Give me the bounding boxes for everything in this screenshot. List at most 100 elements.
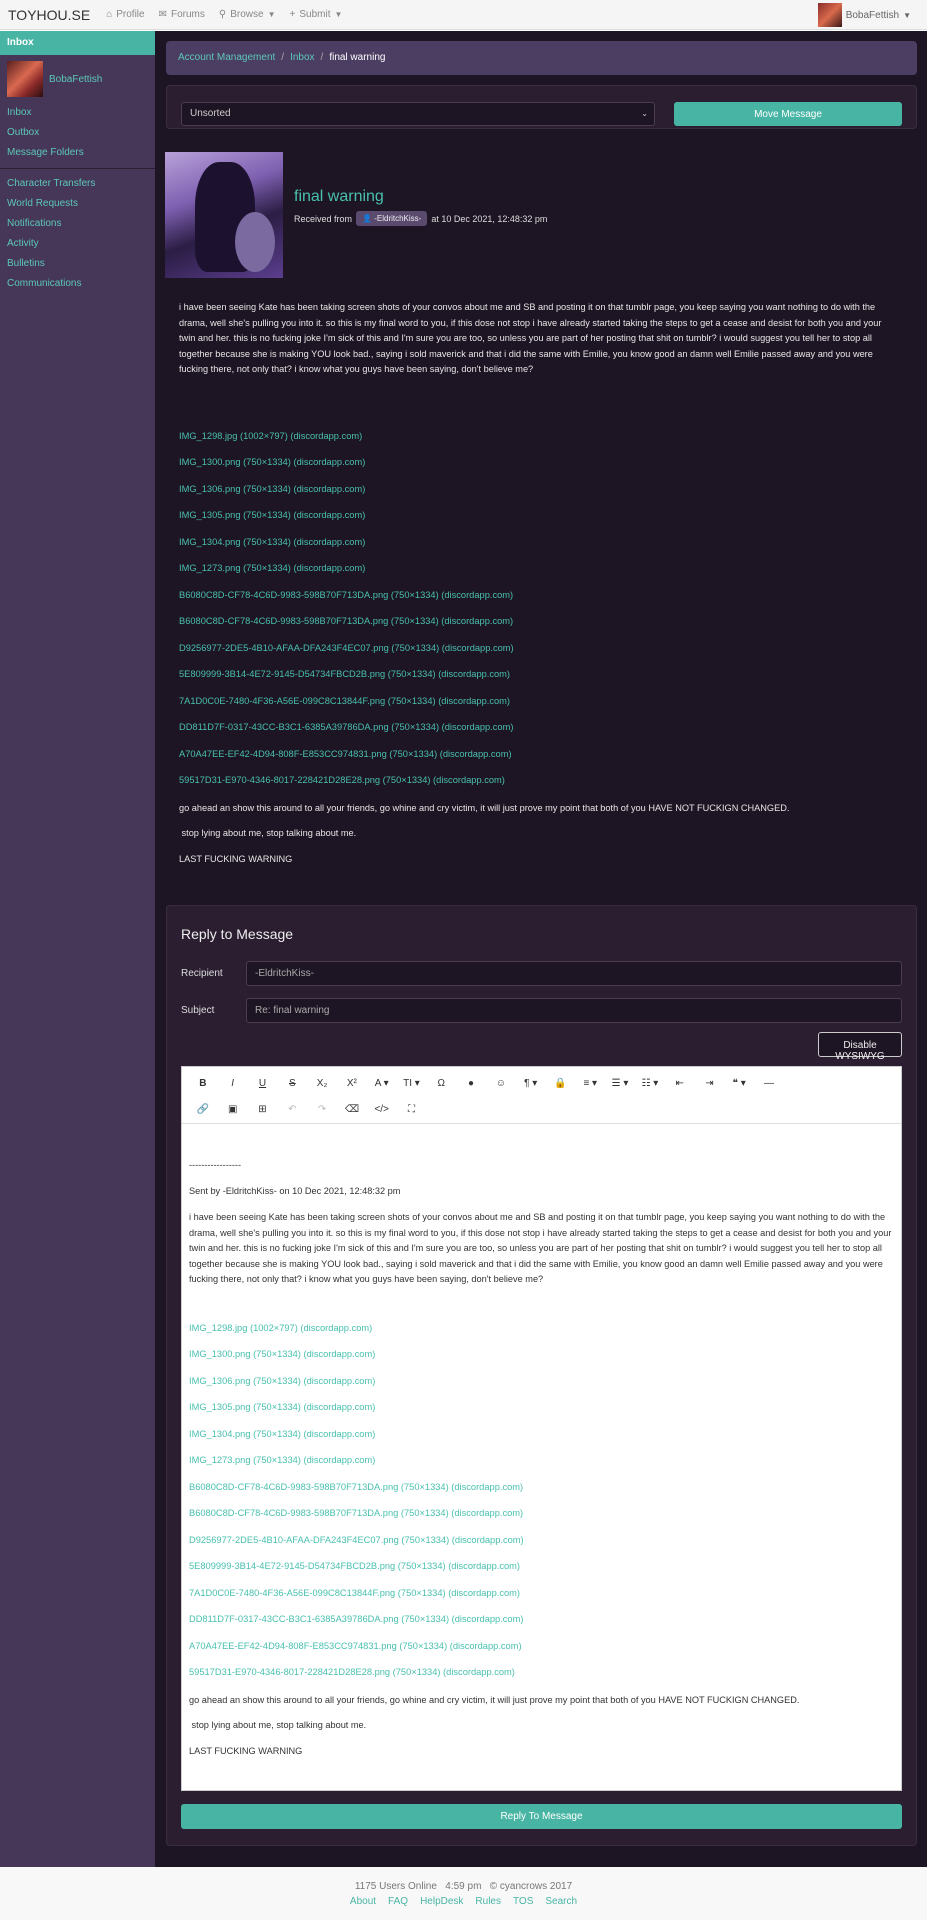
footer-link-tos[interactable]: TOS: [513, 1896, 533, 1907]
message-link[interactable]: 59517D31-E970-4346-8017-228421D28E28.png…: [179, 775, 505, 785]
editor-link[interactable]: 7A1D0C0E-7480-4F36-A56E-099C8C13844F.png…: [189, 1588, 520, 1598]
message-link[interactable]: IMG_1298.jpg (1002×797) (discordapp.com): [179, 431, 362, 441]
message-link-row: D9256977-2DE5-4B10-AFAA-DFA243F4EC07.png…: [179, 641, 904, 668]
editor-link[interactable]: IMG_1305.png (750×1334) (discordapp.com): [189, 1402, 375, 1412]
sender-character-image[interactable]: [165, 152, 283, 278]
superscript-icon[interactable]: X²: [337, 1078, 367, 1089]
horizontal-rule-icon[interactable]: —: [754, 1078, 784, 1089]
subscript-icon[interactable]: X₂: [307, 1078, 337, 1089]
outdent-icon[interactable]: ⇤: [665, 1078, 695, 1089]
message-link[interactable]: B6080C8D-CF78-4C6D-9983-598B70F713DA.png…: [179, 590, 513, 600]
bold-icon[interactable]: B: [188, 1078, 218, 1089]
user-avatar-small: [817, 3, 842, 27]
message-link[interactable]: A70A47EE-EF42-4D94-808F-E853CC974831.png…: [179, 749, 512, 759]
footer-link-about[interactable]: About: [350, 1896, 376, 1907]
font-family-icon[interactable]: A ▾: [367, 1078, 397, 1089]
sidebar-item-world-requests[interactable]: World Requests: [0, 194, 155, 214]
code-view-icon[interactable]: </>: [367, 1104, 397, 1115]
editor-link[interactable]: IMG_1298.jpg (1002×797) (discordapp.com): [189, 1323, 372, 1333]
reply-title: Reply to Message: [181, 926, 294, 942]
table-icon[interactable]: ⊞: [248, 1104, 278, 1115]
image-icon[interactable]: ▣: [218, 1104, 248, 1115]
editor-link[interactable]: 5E809999-3B14-4E72-9145-D54734FBCD2B.png…: [189, 1561, 520, 1571]
recipient-label: Recipient: [181, 968, 223, 979]
folder-select[interactable]: Unsorted ⌄: [181, 102, 655, 126]
message-link[interactable]: D9256977-2DE5-4B10-AFAA-DFA243F4EC07.png…: [179, 643, 514, 653]
disable-wysiwyg-button[interactable]: Disable WYSIWYG: [818, 1032, 902, 1062]
sidebar-item-inbox[interactable]: Inbox: [0, 103, 155, 123]
editor-link[interactable]: IMG_1300.png (750×1334) (discordapp.com): [189, 1349, 375, 1359]
editor-link[interactable]: IMG_1273.png (750×1334) (discordapp.com): [189, 1455, 375, 1465]
emoticon-icon[interactable]: ☺: [486, 1078, 516, 1089]
sidebar-username[interactable]: BobaFettish: [49, 74, 102, 85]
editor-content[interactable]: ----------------- Sent by -EldritchKiss-…: [182, 1124, 901, 1759]
breadcrumb-account-management[interactable]: Account Management: [178, 52, 275, 63]
indent-icon[interactable]: ⇥: [695, 1078, 725, 1089]
nav-browse[interactable]: ⚲ Browse ▼: [219, 9, 276, 20]
message-link-row: IMG_1305.png (750×1334) (discordapp.com): [179, 508, 904, 535]
align-icon[interactable]: ≡ ▾: [575, 1078, 605, 1089]
footer-link-helpdesk[interactable]: HelpDesk: [420, 1896, 463, 1907]
lock-icon[interactable]: 🔒: [546, 1078, 576, 1089]
editor-link[interactable]: DD811D7F-0317-43CC-B3C1-6385A39786DA.png…: [189, 1614, 523, 1624]
editor-link[interactable]: B6080C8D-CF78-4C6D-9983-598B70F713DA.png…: [189, 1482, 523, 1492]
sidebar-user[interactable]: BobaFettish: [0, 55, 155, 103]
user-avatar[interactable]: [7, 61, 43, 97]
quote-icon[interactable]: ❝ ▾: [724, 1078, 754, 1089]
message-link[interactable]: IMG_1300.png (750×1334) (discordapp.com): [179, 457, 365, 467]
ordered-list-icon[interactable]: ☰ ▾: [605, 1078, 635, 1089]
editor-link[interactable]: D9256977-2DE5-4B10-AFAA-DFA243F4EC07.png…: [189, 1535, 524, 1545]
sidebar-item-character-transfers[interactable]: Character Transfers: [0, 174, 155, 194]
footer-link-rules[interactable]: Rules: [475, 1896, 501, 1907]
editor-link[interactable]: A70A47EE-EF42-4D94-808F-E853CC974831.png…: [189, 1641, 522, 1651]
editor-link-row: IMG_1300.png (750×1334) (discordapp.com): [189, 1347, 894, 1374]
strikethrough-icon[interactable]: S: [277, 1078, 307, 1089]
editor-link[interactable]: 59517D31-E970-4346-8017-228421D28E28.png…: [189, 1667, 515, 1677]
move-message-button[interactable]: Move Message: [674, 102, 902, 126]
footer-link-search[interactable]: Search: [545, 1896, 577, 1907]
user-menu[interactable]: BobaFettish ▼: [817, 3, 911, 27]
editor-link[interactable]: B6080C8D-CF78-4C6D-9983-598B70F713DA.png…: [189, 1508, 523, 1518]
special-chars-icon[interactable]: Ω: [426, 1078, 456, 1089]
underline-icon[interactable]: U: [248, 1078, 278, 1089]
message-link[interactable]: 5E809999-3B14-4E72-9145-D54734FBCD2B.png…: [179, 669, 510, 679]
font-size-icon[interactable]: TI ▾: [397, 1078, 427, 1089]
editor-link[interactable]: IMG_1304.png (750×1334) (discordapp.com): [189, 1429, 375, 1439]
message-link[interactable]: IMG_1305.png (750×1334) (discordapp.com): [179, 510, 365, 520]
nav-forums[interactable]: ✉ Forums: [159, 9, 205, 20]
sidebar-item-message-folders[interactable]: Message Folders: [0, 143, 155, 163]
fullscreen-icon[interactable]: ⛶: [397, 1104, 427, 1115]
editor-link[interactable]: IMG_1306.png (750×1334) (discordapp.com): [189, 1376, 375, 1386]
user-icon: 👤: [362, 214, 375, 223]
message-link[interactable]: IMG_1304.png (750×1334) (discordapp.com): [179, 537, 365, 547]
sender-badge[interactable]: 👤 -EldritchKiss-: [356, 211, 428, 226]
message-editor[interactable]: B I U S X₂ X² A ▾ TI ▾ Ω ● ☺ ¶ ▾ 🔒 ≡ ▾ ☰ ▾ ☷ ▾ ⇤ ⇥ ❝ ▾ — 🔗 ▣…: [181, 1066, 902, 1791]
subject-field[interactable]: Re: final warning: [246, 998, 902, 1023]
breadcrumb-inbox[interactable]: Inbox: [290, 52, 314, 63]
nav-profile[interactable]: ⌂ Profile: [106, 9, 144, 20]
undo-icon[interactable]: ↶: [277, 1104, 307, 1115]
paragraph-format-icon[interactable]: ¶ ▾: [516, 1078, 546, 1089]
footer-link-faq[interactable]: FAQ: [388, 1896, 408, 1907]
sidebar-item-bulletins[interactable]: Bulletins: [0, 254, 155, 274]
sidebar-item-notifications[interactable]: Notifications: [0, 214, 155, 234]
message-link[interactable]: B6080C8D-CF78-4C6D-9983-598B70F713DA.png…: [179, 616, 513, 626]
link-icon[interactable]: 🔗: [188, 1104, 218, 1115]
redo-icon[interactable]: ↷: [307, 1104, 337, 1115]
sidebar-header: Inbox: [0, 31, 155, 55]
sidebar-item-communications[interactable]: Communications: [0, 274, 155, 294]
message-link[interactable]: 7A1D0C0E-7480-4F36-A56E-099C8C13844F.png…: [179, 696, 510, 706]
italic-icon[interactable]: I: [218, 1078, 248, 1089]
message-link[interactable]: DD811D7F-0317-43CC-B3C1-6385A39786DA.png…: [179, 722, 513, 732]
reply-to-message-button[interactable]: Reply To Message: [181, 1804, 902, 1829]
unordered-list-icon[interactable]: ☷ ▾: [635, 1078, 665, 1089]
sidebar-item-activity[interactable]: Activity: [0, 234, 155, 254]
message-link[interactable]: IMG_1306.png (750×1334) (discordapp.com): [179, 484, 365, 494]
sidebar-item-outbox[interactable]: Outbox: [0, 123, 155, 143]
message-link[interactable]: IMG_1273.png (750×1334) (discordapp.com): [179, 563, 365, 573]
nav-submit[interactable]: + Submit ▼: [290, 9, 343, 20]
brand-logo[interactable]: TOYHOU.SE: [8, 7, 90, 23]
clear-formatting-icon[interactable]: ⌫: [337, 1104, 367, 1115]
recipient-field[interactable]: -EldritchKiss-: [246, 961, 902, 986]
color-icon[interactable]: ●: [456, 1078, 486, 1089]
